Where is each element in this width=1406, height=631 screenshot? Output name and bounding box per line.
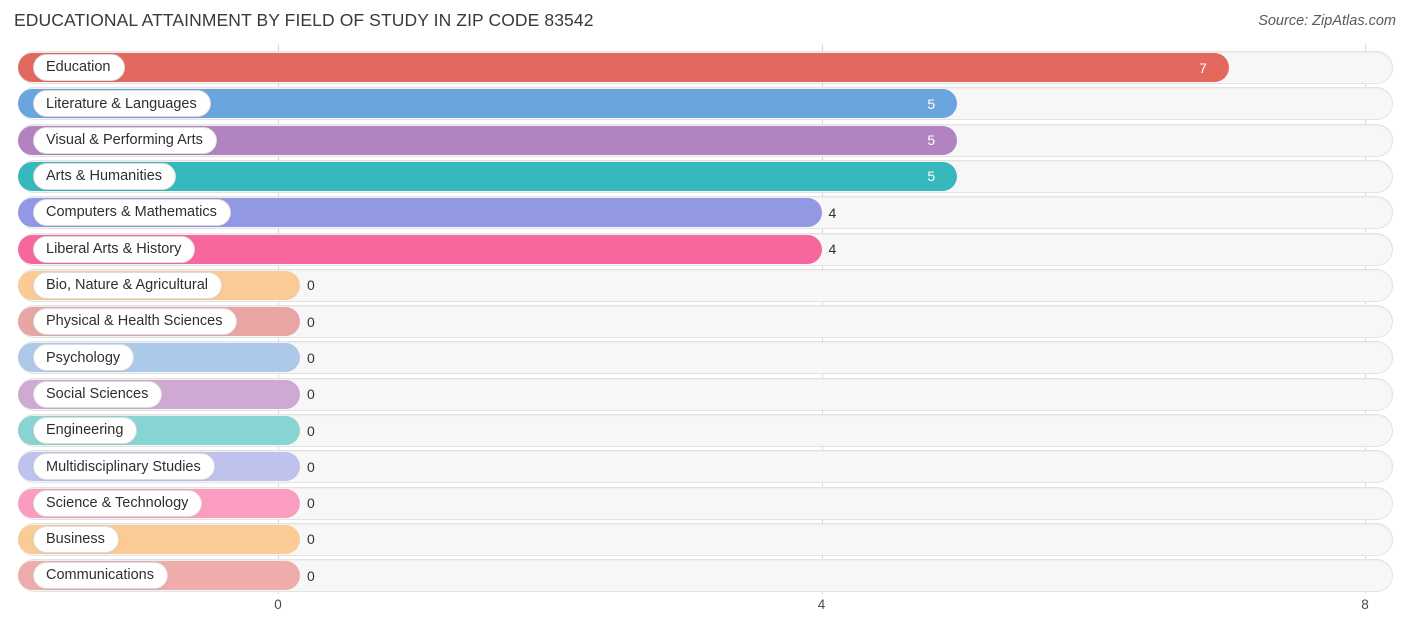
bar-value-label: 5 [927, 95, 936, 112]
source-attribution: Source: ZipAtlas.com [1258, 13, 1396, 29]
bar-value-label: 0 [307, 277, 315, 294]
bar-category-label: Literature & Languages [33, 90, 211, 118]
bar-row[interactable]: Visual & Performing Arts 5 [0, 123, 1406, 157]
x-axis: 0 4 8 [0, 594, 1406, 631]
bar-category-label-text: Psychology [46, 349, 121, 366]
bar-row[interactable]: Engineering 0 [0, 414, 1406, 447]
bar-row[interactable]: Computers & Mathematics 4 [0, 196, 1406, 230]
bar-category-label-text: Engineering [46, 422, 124, 439]
bar-category-label-text: Social Sciences [46, 385, 149, 402]
bar-category-label-text: Bio, Nature & Agricultural [46, 277, 208, 294]
bar-row[interactable]: Multidisciplinary Studies 0 [0, 450, 1406, 484]
bar-category-label-text: Education [46, 59, 111, 76]
bar-row[interactable]: Business 0 [0, 522, 1406, 556]
bar-category-label: Psychology [33, 344, 135, 372]
bar-category-label-text: Communications [46, 567, 154, 584]
chart-container: EDUCATIONAL ATTAINMENT BY FIELD OF STUDY… [0, 0, 1406, 631]
bar-category-label: Liberal Arts & History [33, 235, 196, 263]
bar[interactable] [18, 53, 1230, 82]
bar-category-label-text: Science & Technology [46, 494, 189, 511]
bar-value-label: 0 [307, 495, 315, 512]
bar-category-label-text: Literature & Languages [46, 95, 197, 112]
bar-value-label: 7 [1199, 59, 1207, 76]
bar-category-label-text: Visual & Performing Arts [46, 131, 203, 148]
bar-value-label: 0 [307, 349, 315, 366]
bar-row[interactable]: Arts & Humanities 5 [0, 159, 1406, 193]
bar-row[interactable]: Psychology 0 [0, 341, 1406, 375]
bar-row[interactable]: Science & Technology 0 [0, 486, 1406, 520]
bar-category-label-text: Arts & Humanities [46, 168, 163, 185]
bar-value-label: 4 [828, 241, 837, 257]
bar-row[interactable]: Social Sciences 0 [0, 377, 1406, 411]
plot-area: Education 7 Literature & Languages 5 Visual … [0, 44, 1406, 594]
bar-category-label: Engineering [33, 417, 138, 444]
bar-value-label: 0 [307, 386, 315, 403]
bar-category-label: Arts & Humanities [33, 162, 177, 190]
bar-category-label-text: Business [46, 531, 105, 548]
bar-value-label: 0 [307, 458, 315, 475]
bar-category-label-text: Multidisciplinary Studies [46, 458, 201, 475]
bar-category-label: Communications [33, 562, 168, 590]
bar-category-label-text: Liberal Arts & History [46, 240, 182, 257]
bar-category-label-text: Computers & Mathematics [46, 204, 217, 221]
bar-category-label: Social Sciences [33, 380, 163, 408]
bar-row[interactable]: Communications 0 [0, 559, 1406, 593]
bar-row[interactable]: Bio, Nature & Agricultural 0 [0, 268, 1406, 302]
bar-category-label-text: Physical & Health Sciences [46, 313, 223, 330]
axis-tick-label: 8 [1361, 597, 1369, 612]
axis-tick-label: 0 [274, 597, 282, 612]
bar-category-label: Education [33, 54, 125, 81]
bar-row[interactable]: Physical & Health Sciences 0 [0, 305, 1406, 339]
bar-category-label: Computers & Mathematics [33, 199, 231, 227]
bar-row[interactable]: Liberal Arts & History 4 [0, 232, 1406, 266]
bar-rows: Education 7 Literature & Languages 5 Visual … [0, 44, 1406, 593]
bar-row[interactable]: Literature & Languages 5 [0, 87, 1406, 121]
chart-header: EDUCATIONAL ATTAINMENT BY FIELD OF STUDY… [0, 0, 1406, 44]
bar-value-label: 4 [828, 204, 837, 221]
bar-value-label: 0 [307, 313, 315, 330]
bar-category-label: Bio, Nature & Agricultural [33, 271, 222, 299]
bar-category-label: Science & Technology [33, 489, 203, 517]
bar-category-label: Visual & Performing Arts [33, 126, 217, 154]
bar-category-label: Physical & Health Sciences [33, 308, 237, 336]
bar-row[interactable]: Education 7 [0, 51, 1406, 84]
bar-value-label: 0 [307, 567, 315, 584]
bar-value-label: 0 [307, 422, 315, 439]
bar-value-label: 5 [927, 132, 936, 149]
page-title: EDUCATIONAL ATTAINMENT BY FIELD OF STUDY… [14, 10, 594, 30]
axis-tick-label: 4 [817, 597, 826, 612]
bar-category-label: Business [33, 525, 119, 553]
bar-value-label: 5 [927, 168, 936, 185]
bar-value-label: 0 [307, 531, 315, 548]
bar-category-label: Multidisciplinary Studies [33, 453, 215, 481]
